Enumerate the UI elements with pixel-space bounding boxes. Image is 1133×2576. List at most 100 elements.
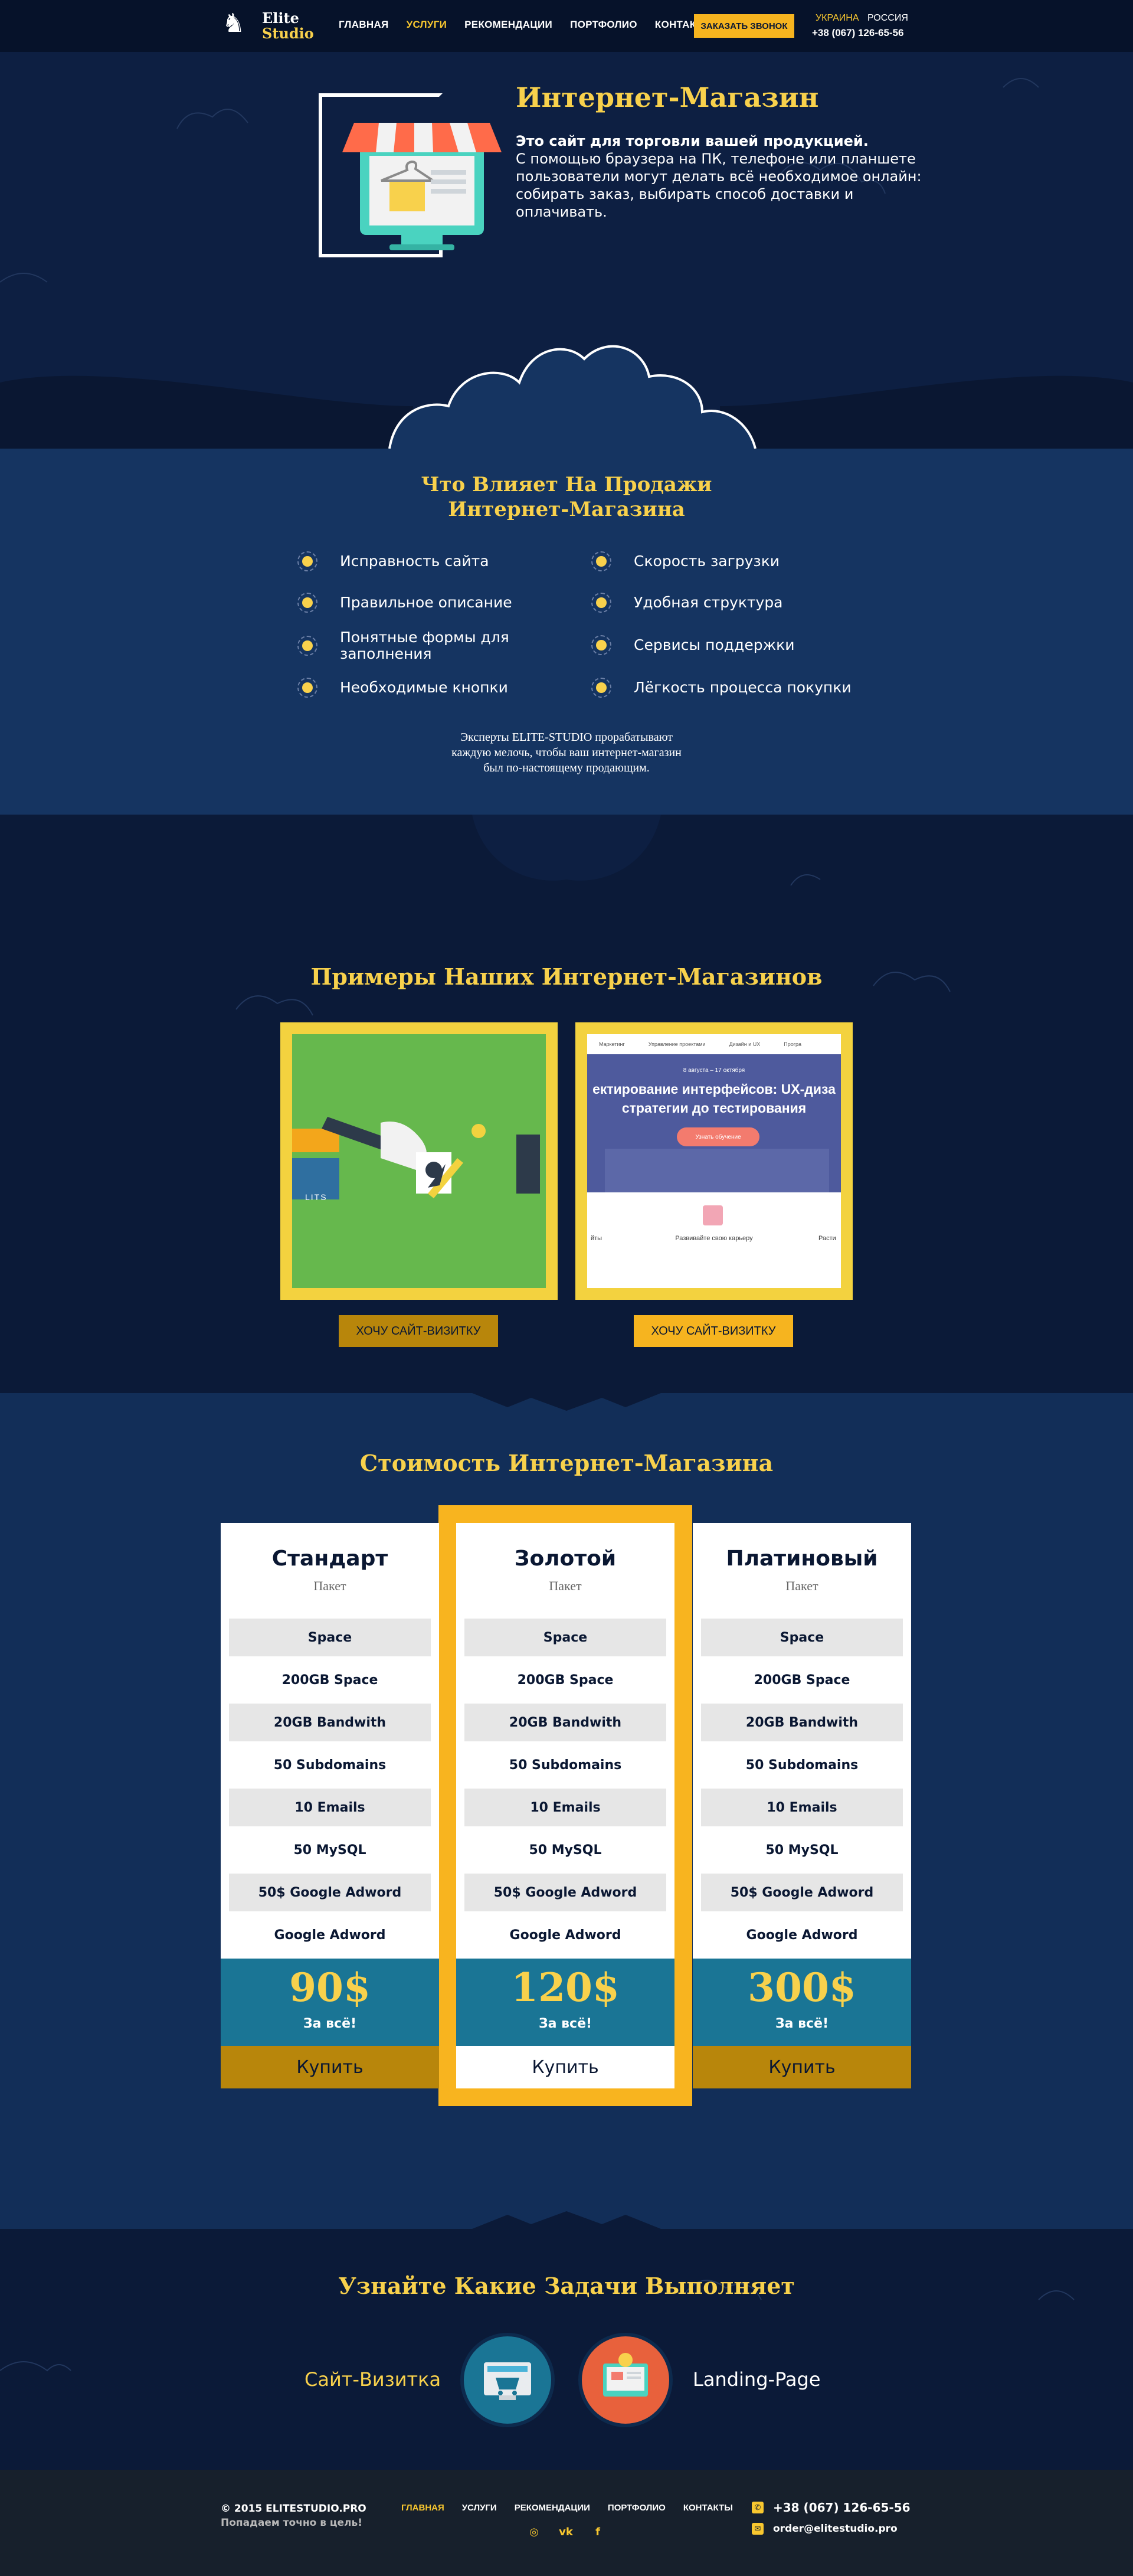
region-ukraine[interactable]: УКРАИНА (816, 13, 859, 23)
preview-cta: Узнать обучение (677, 1127, 759, 1146)
plan-subtitle: Пакет (549, 1578, 582, 1593)
site-footer: © 2015 ELITESTUDIO.PRO Попадаем точно в … (0, 2470, 1133, 2576)
plan-feature: Space (701, 1619, 903, 1656)
want-site-button[interactable]: ХОЧУ САЙТ-ВИЗИТКУ (339, 1315, 498, 1347)
plan-standard: Стандарт Пакет Space 200GB Space 20GB Ba… (221, 1523, 439, 2088)
hero-section: Интернет-Магазин Это сайт для торговли в… (0, 52, 1133, 449)
hero-title: Интернет-Магазин (516, 81, 819, 113)
bullet-icon (591, 551, 611, 571)
plan-feature: 200GB Space (754, 1672, 850, 1688)
logo[interactable]: ♞ Elite Studio (222, 6, 314, 45)
business-card-icon[interactable] (460, 2333, 555, 2427)
plan-feature: 50$ Google Adword (464, 1874, 666, 1911)
footer-copyright: © 2015 ELITESTUDIO.PRO Попадаем точно в … (221, 2503, 366, 2529)
nav-home[interactable]: ГЛАВНАЯ (339, 19, 389, 33)
portfolio-card-ux[interactable]: Маркетинг Управление проектами Дизайн и … (575, 1022, 853, 1300)
plan-feature: Google Adword (509, 1927, 621, 1943)
footer-nav-home[interactable]: ГЛАВНАЯ (401, 2503, 444, 2513)
plan-price-note: За всё! (303, 2016, 357, 2031)
mail-icon: ✉ (752, 2523, 764, 2535)
task-label-business-card[interactable]: Сайт-Визитка (304, 2368, 441, 2391)
hero-lead: Это сайт для торговли вашей продукцией. (516, 133, 869, 149)
bullet-icon (591, 593, 611, 613)
plan-feature: Space (229, 1619, 431, 1656)
plan-name: Стандарт (271, 1547, 388, 1571)
examples-title: Примеры Наших Интернет-Магазинов (310, 963, 823, 990)
bullet-icon (297, 593, 317, 613)
plan-feature: 50 MySQL (765, 1842, 839, 1858)
factor-item: Скорость загрузки (591, 551, 780, 571)
preview-nav: Маркетинг Управление проектами Дизайн и … (599, 1041, 802, 1047)
portfolio-preview: Маркетинг Управление проектами Дизайн и … (587, 1034, 841, 1288)
factors-title: Что Влияет На Продажи Интернет-Магазина (0, 472, 1133, 522)
plan-feature: 50$ Google Adword (229, 1874, 431, 1911)
plan-feature: 10 Emails (464, 1789, 666, 1826)
hero-description: Это сайт для торговли вашей продукцией. … (516, 132, 923, 221)
portfolio-card-lits[interactable]: LITS (280, 1022, 558, 1300)
plan-feature: 50$ Google Adword (701, 1874, 903, 1911)
factors-section: Что Влияет На Продажи Интернет-Магазина … (0, 449, 1133, 815)
plan-feature: 200GB Space (517, 1672, 614, 1688)
footer-phone[interactable]: ✆ +38 (067) 126-65-56 (752, 2500, 911, 2515)
plan-name: Платиновый (726, 1547, 878, 1571)
order-call-button[interactable]: ЗАКАЗАТЬ ЗВОНОК (694, 14, 794, 38)
footer-nav-recommendations[interactable]: РЕКОМЕНДАЦИИ (515, 2503, 590, 2513)
factors-title-line1: Что Влияет На Продажи (421, 473, 712, 496)
footer-slogan: Попадаем точно в цель! (221, 2517, 362, 2529)
factor-item: Сервисы поддержки (591, 635, 794, 655)
want-site-button[interactable]: ХОЧУ САЙТ-ВИЗИТКУ (634, 1315, 793, 1347)
plan-subtitle: Пакет (785, 1578, 818, 1593)
plan-price-note: За всё! (775, 2016, 829, 2031)
background-clouds (235, 815, 951, 1016)
bullet-icon (297, 636, 317, 656)
tasks-section: Узнайте Какие Задачи Выполняет Сайт-Визи… (0, 2229, 1133, 2470)
plan-feature: 20GB Bandwith (701, 1704, 903, 1741)
plan-price-box: 90$ За всё! (221, 1959, 439, 2046)
plan-subtitle: Пакет (313, 1578, 346, 1593)
plan-feature: Space (464, 1619, 666, 1656)
factor-item: Лёгкость процесса покупки (591, 678, 852, 698)
plan-feature: 10 Emails (701, 1789, 903, 1826)
region-switch: УКРАИНА РОССИЯ (816, 13, 908, 24)
plan-feature: 50 MySQL (293, 1842, 366, 1858)
nav-recommendations[interactable]: РЕКОМЕНДАЦИИ (464, 19, 552, 33)
plan-price: 90$ (289, 1964, 371, 2011)
plan-price-box: 120$ За всё! (456, 1959, 674, 2046)
plan-feature: 20GB Bandwith (229, 1704, 431, 1741)
online-shop-icon (342, 123, 502, 250)
bullet-icon (591, 678, 611, 698)
examples-section: Примеры Наших Интернет-Магазинов LITS Ма… (0, 815, 1133, 1393)
task-label-landing-page[interactable]: Landing-Page (693, 2368, 821, 2391)
footer-nav-portfolio[interactable]: ПОРТФОЛИО (608, 2503, 666, 2513)
nav-services[interactable]: УСЛУГИ (407, 19, 447, 33)
footer-nav-services[interactable]: УСЛУГИ (462, 2503, 497, 2513)
plan-feature: Google Adword (274, 1927, 386, 1943)
plan-feature: 200GB Space (281, 1672, 378, 1688)
plan-feature: 10 Emails (229, 1789, 431, 1826)
header-phone[interactable]: +38 (067) 126-65-56 (812, 27, 903, 39)
buy-button[interactable]: Купить (693, 2046, 911, 2088)
site-header: ♞ Elite Studio ГЛАВНАЯ УСЛУГИ РЕКОМЕНДАЦ… (0, 0, 1133, 52)
pricing-title: Стоимость Интернет-Магазина (359, 1450, 774, 1476)
instagram-icon[interactable]: ◎ (528, 2525, 541, 2538)
footer-email[interactable]: ✉ order@elitestudio.pro (752, 2523, 898, 2535)
logo-text-line2: Studio (262, 25, 314, 42)
plan-price: 120$ (511, 1964, 620, 2011)
plan-feature: Google Adword (746, 1927, 858, 1943)
nav-portfolio[interactable]: ПОРТФОЛИО (570, 19, 637, 33)
buy-button[interactable]: Купить (221, 2046, 439, 2088)
factors-title-line2: Интернет-Магазина (448, 498, 685, 521)
vk-icon[interactable]: vk (559, 2525, 573, 2538)
plan-feature: 50 Subdomains (273, 1757, 387, 1773)
bullet-icon (297, 551, 317, 571)
footer-nav-contacts[interactable]: КОНТАКТЫ (683, 2503, 733, 2513)
phone-icon: ✆ (752, 2502, 764, 2513)
background-clouds (0, 2280, 1075, 2372)
bullet-icon (591, 635, 611, 655)
plan-platinum: Платиновый Пакет Space 200GB Space 20GB … (693, 1523, 911, 2088)
region-russia[interactable]: РОССИЯ (867, 13, 908, 23)
landing-page-icon[interactable] (578, 2333, 673, 2427)
facebook-icon[interactable]: f (591, 2525, 604, 2538)
buy-button[interactable]: Купить (456, 2046, 674, 2088)
lits-brand: LITS (305, 1192, 328, 1202)
